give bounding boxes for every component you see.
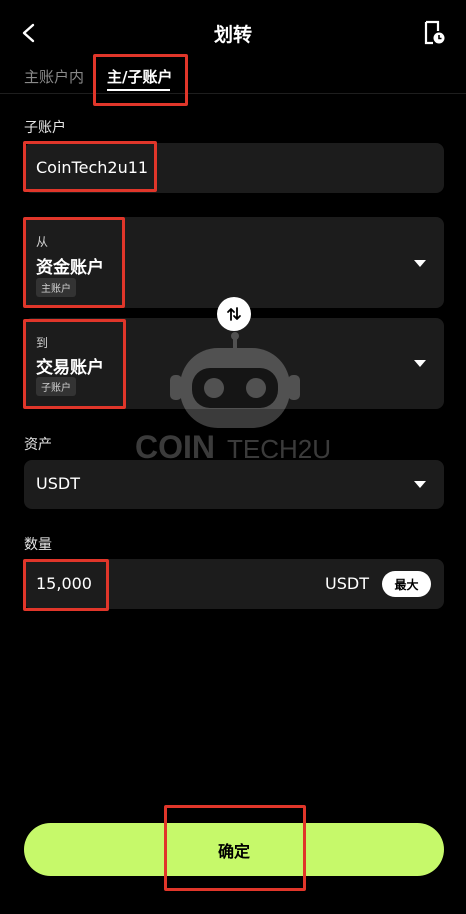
- from-label: 从: [36, 235, 49, 249]
- subaccount-field[interactable]: CoinTech2u11: [24, 143, 444, 193]
- tab-active-indicator: [107, 89, 170, 91]
- chevron-down-icon: [414, 260, 426, 267]
- watermark-text-light: TECH2U: [227, 434, 331, 464]
- chevron-down-icon: [414, 481, 426, 488]
- from-account-tag: 主账户: [36, 278, 76, 297]
- tab-main-account[interactable]: 主账户内: [24, 66, 84, 87]
- document-clock-icon[interactable]: [422, 20, 446, 46]
- asset-label: 资产: [24, 437, 52, 453]
- amount-field[interactable]: 15,000 USDT 最大: [24, 559, 444, 609]
- max-button[interactable]: 最大: [382, 571, 431, 597]
- subaccount-label: 子账户: [24, 120, 66, 136]
- confirm-button[interactable]: 确定: [24, 823, 444, 876]
- to-account-value: 交易账户: [36, 358, 104, 378]
- tab-bar: 主账户内 主/子账户: [0, 56, 466, 94]
- asset-select[interactable]: USDT: [24, 460, 444, 509]
- amount-label: 数量: [24, 537, 52, 553]
- from-account-select[interactable]: 从 资金账户 主账户: [24, 217, 444, 308]
- watermark-logo: COIN TECH2U: [130, 330, 340, 465]
- amount-value: 15,000: [36, 574, 92, 593]
- header: 划转: [0, 0, 466, 64]
- swap-button[interactable]: [217, 297, 251, 331]
- page-title: 划转: [213, 24, 252, 46]
- subaccount-value: CoinTech2u11: [36, 158, 149, 177]
- asset-value: USDT: [36, 474, 80, 493]
- swap-arrows-icon: [227, 307, 241, 321]
- watermark-text-bold: COIN: [135, 429, 215, 465]
- to-label: 到: [36, 336, 49, 350]
- robot-logo-icon: COIN TECH2U: [135, 332, 331, 465]
- amount-unit: USDT: [325, 574, 369, 593]
- from-account-value: 资金账户: [36, 258, 104, 278]
- to-account-tag: 子账户: [36, 377, 76, 396]
- tab-main-sub-account[interactable]: 主/子账户: [107, 66, 172, 87]
- chevron-down-icon: [414, 360, 426, 367]
